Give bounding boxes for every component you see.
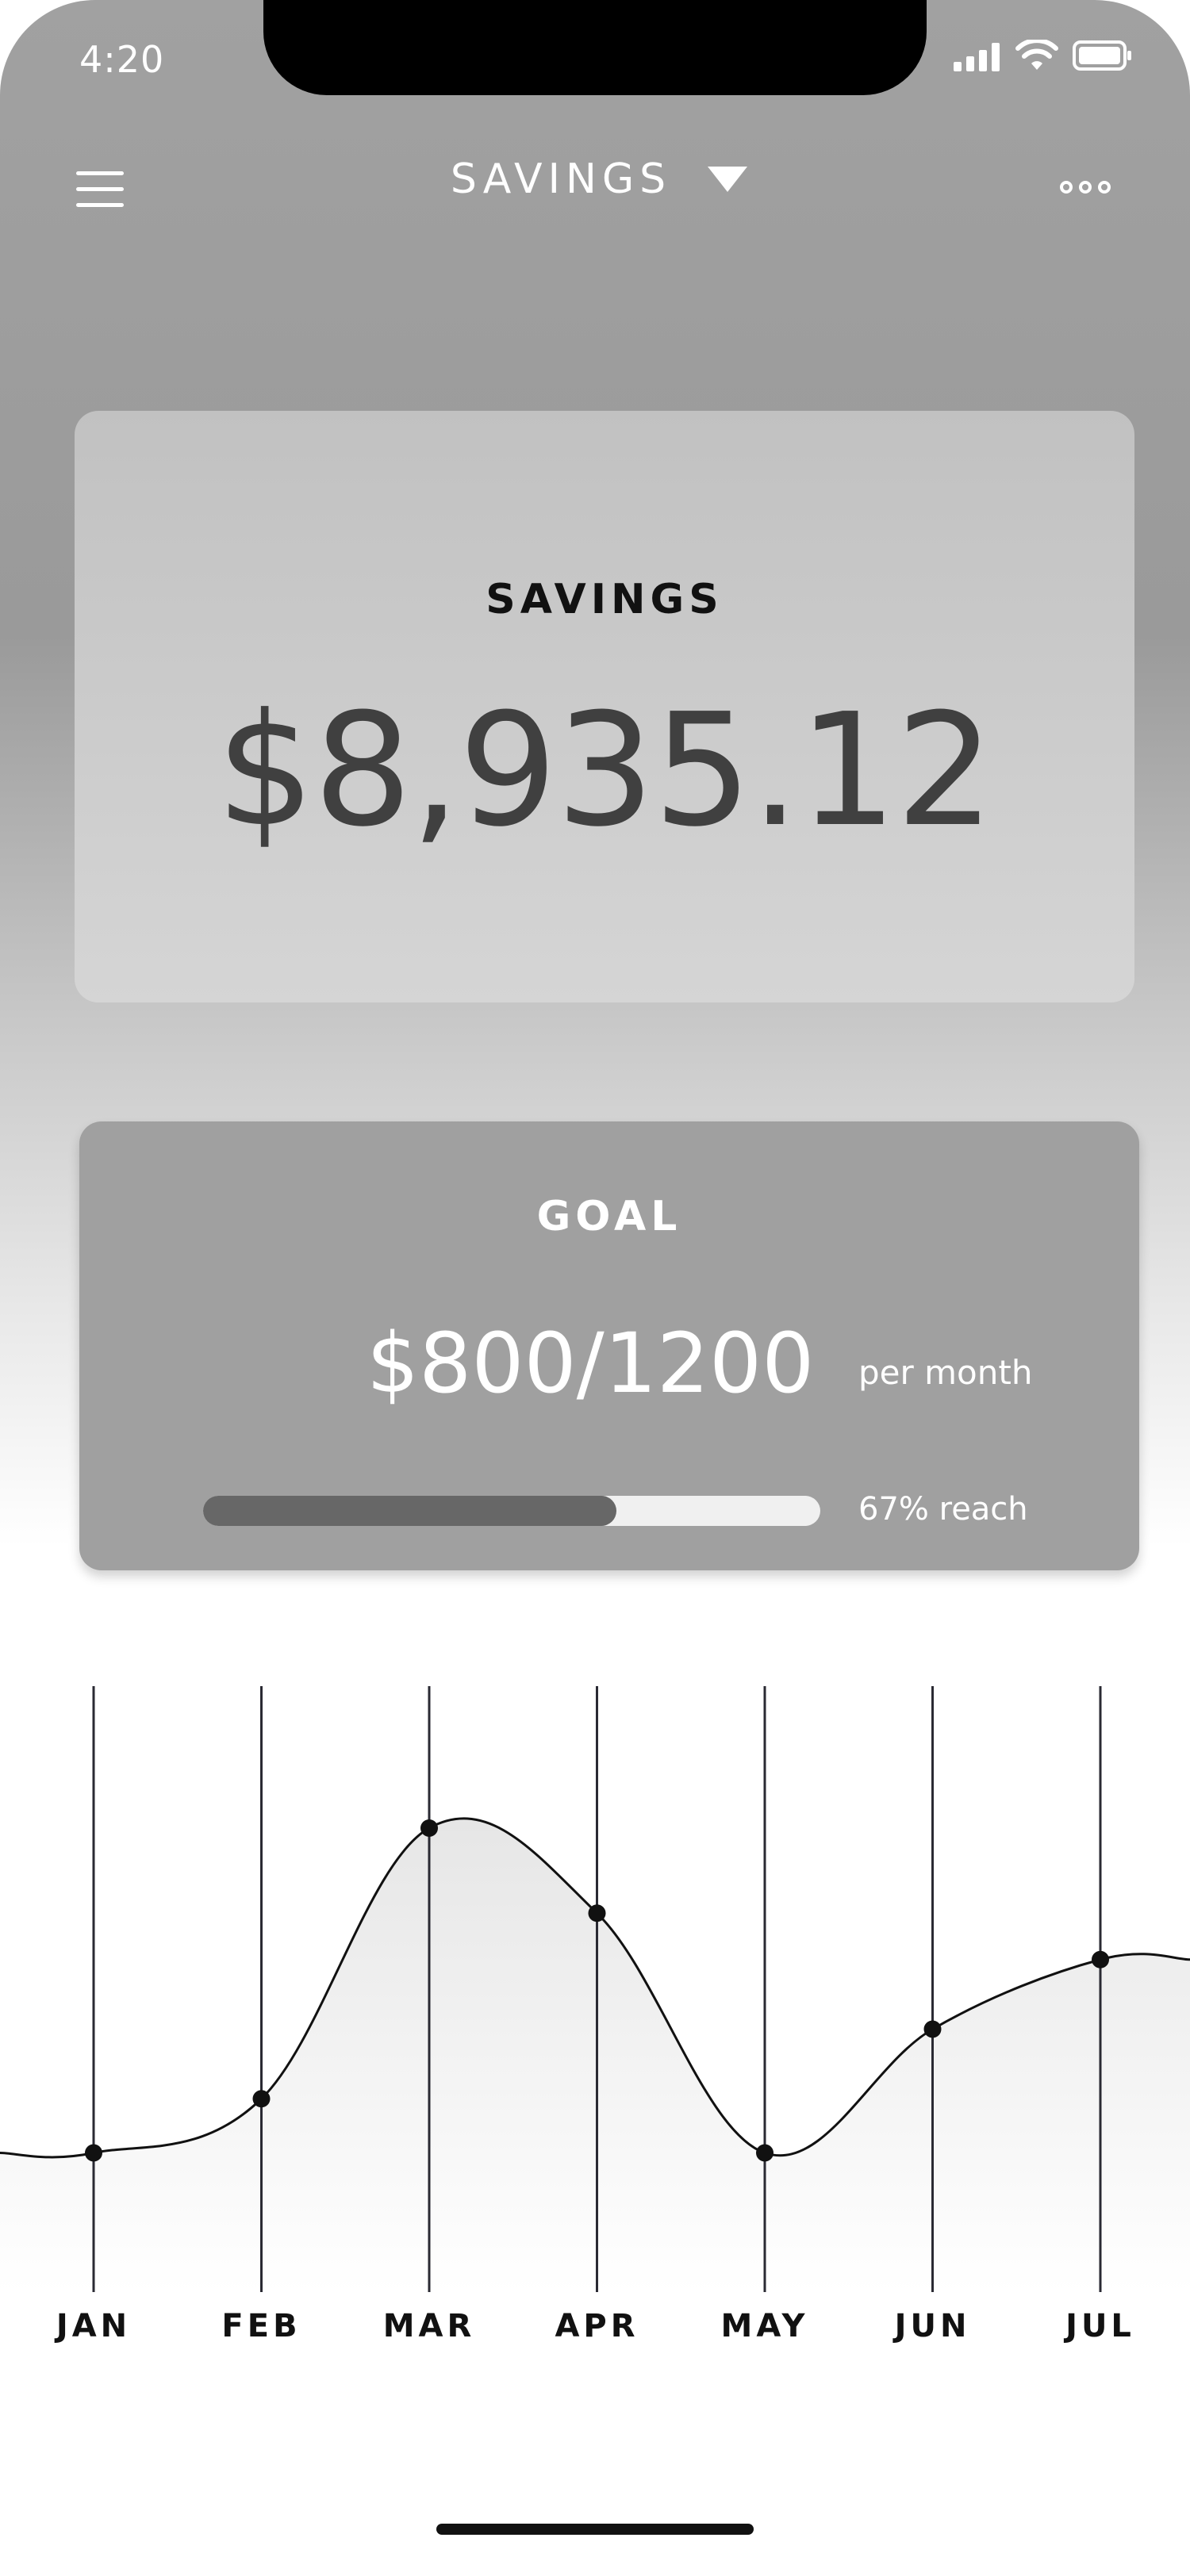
goal-amount: $800/1200 [367,1315,815,1412]
chart-month-label: FEB [221,2308,301,2344]
chart-point-jul[interactable] [1092,1950,1109,1968]
chart-point-apr[interactable] [588,1904,606,1922]
caret-down-icon [708,167,748,192]
chart-point-jun[interactable] [923,2020,942,2038]
chart-month-labels: JAN FEB MAR APR MAY JUN JUL [54,2308,1135,2344]
battery-icon [1073,40,1131,71]
goal-card-label: GOAL [536,1193,682,1240]
chart-point-feb[interactable] [252,2090,271,2108]
goal-progress-bar [203,1496,820,1526]
page-title: SAVINGS [450,155,672,203]
chart-point-mar[interactable] [420,1819,438,1837]
chart-month-label: MAR [383,2308,476,2344]
chart-point-jan[interactable] [85,2144,102,2162]
wifi-icon [1015,40,1058,70]
goal-progress-fill [203,1496,617,1526]
cellular-signal-icon [954,43,1000,71]
goal-progress-text: 67% reach [858,1491,1028,1528]
status-time: 4:20 [79,38,165,81]
device-notch [263,0,927,95]
more-options-icon[interactable] [1060,181,1117,198]
chart-area-fill [0,1818,1190,2292]
phone-screen: 4:20 SAVINGS SAVINGS $8,935.12 GOAL $800… [0,0,1190,2576]
savings-amount: $8,935.12 [216,680,995,861]
home-indicator[interactable] [436,2524,754,2535]
page-title-dropdown[interactable]: SAVINGS [0,155,1190,203]
goal-period-unit: per month [858,1353,1033,1392]
savings-card-label: SAVINGS [486,576,724,623]
status-icons [954,40,1133,71]
chart-month-label: APR [555,2308,639,2344]
goal-card: GOAL $800/1200 per month 67% reach [79,1121,1139,1570]
chart-point-may[interactable] [756,2144,774,2162]
savings-card: SAVINGS $8,935.12 [75,411,1134,1002]
chart-month-label: JUL [1063,2308,1135,2344]
chart-month-label: JUN [892,2308,971,2344]
chart-month-label: MAY [721,2308,809,2344]
chart-month-label: JAN [54,2308,131,2344]
savings-chart: JAN FEB MAR APR MAY JUN JUL [0,1686,1190,2344]
